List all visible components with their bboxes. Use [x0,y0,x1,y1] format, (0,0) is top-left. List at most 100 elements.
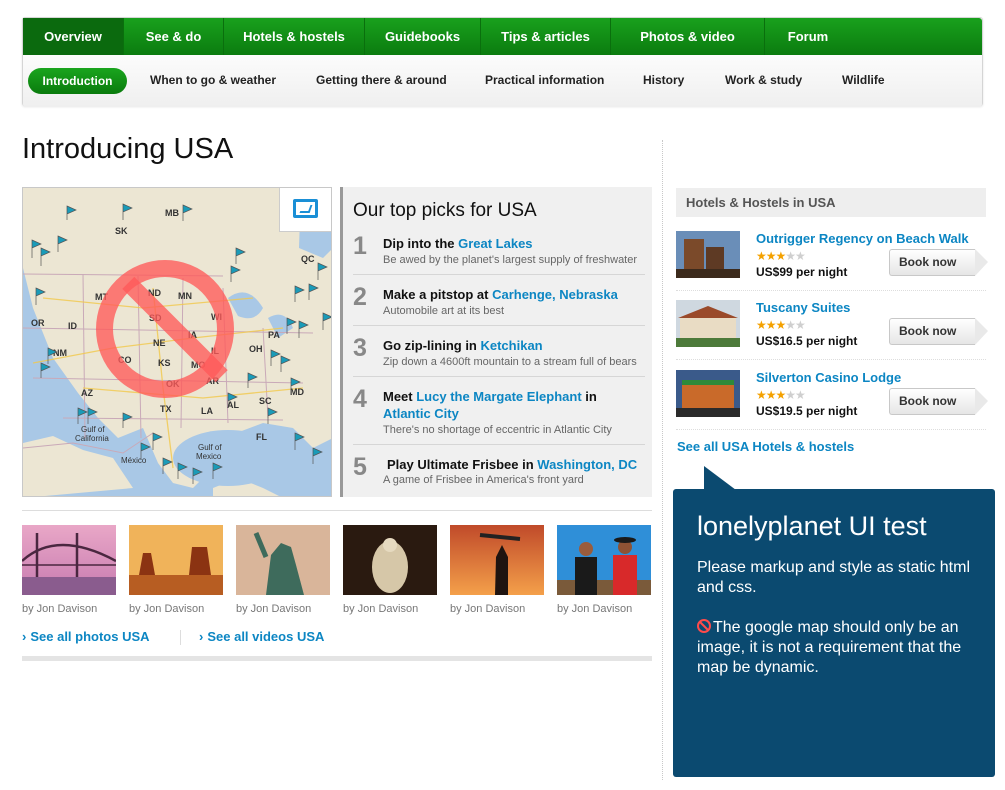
see-all-hotels-link[interactable]: See all USA Hotels & hostels [677,439,854,454]
svg-text:SC: SC [259,396,272,406]
chevron-right-icon: › [199,629,204,644]
photo-surfer-sunset[interactable] [450,525,544,595]
pick-item: 4 Meet Lucy the Margate Elephant in Atlan… [353,385,645,445]
pick-number: 1 [353,232,367,260]
see-all-photos-link[interactable]: › See all photos USA [22,629,150,644]
svg-text:PA: PA [268,330,280,340]
photo-lincoln-memorial[interactable] [343,525,437,595]
photo-image [343,525,437,595]
tab-photos-and-video[interactable]: Photos & video [611,18,765,55]
pick-link-lucy-elephant[interactable]: Lucy the Margate Elephant [416,389,581,404]
photo-image [22,525,116,595]
pick-headline: Dip into the Great Lakes [383,235,645,252]
svg-text:ID: ID [68,321,78,331]
subtab-history[interactable]: History [643,69,684,91]
hotel-price: US$19.5 per night [756,404,858,418]
svg-text:Gulf of: Gulf of [198,443,222,452]
secondary-nav: Introduction When to go & weather Gettin… [23,55,982,107]
primary-nav: Overview See & do Hotels & hostels Guide… [23,18,982,55]
subtab-wildlife[interactable]: Wildlife [842,69,885,91]
svg-text:OH: OH [249,344,263,354]
pick-item: 3 Go zip-lining in Ketchikan Zip down a … [353,334,645,377]
pick-link-great-lakes[interactable]: Great Lakes [458,236,532,251]
pick-lead: Dip into the [383,236,459,251]
subtab-when-to-go[interactable]: When to go & weather [150,69,276,91]
subtab-work-and-study[interactable]: Work & study [725,69,802,91]
hotel-item: Outrigger Regency on Beach Walk ★★★★★ US… [676,231,988,291]
hotel-item: Tuscany Suites ★★★★★ US$16.5 per night B… [676,300,988,360]
note-paragraph-text: The google map should only be an image, … [697,619,962,676]
hotel-image [676,370,740,417]
pick-link-washington-dc[interactable]: Washington, DC [537,457,637,472]
pick-number: 2 [353,283,367,311]
svg-text:LA: LA [201,406,213,416]
see-all-videos-link[interactable]: › See all videos USA [199,629,324,644]
photo-native-americans[interactable] [557,525,651,595]
instructions-note: lonelyplanet UI test Please markup and s… [673,489,995,777]
photo-statue-of-liberty[interactable] [236,525,330,595]
photo-credit: by Jon Davison [557,603,633,615]
pick-number: 4 [353,385,367,413]
photo-golden-gate[interactable] [22,525,116,595]
hotels-heading: Hotels & Hostels in USA [676,188,986,217]
hotel-item: Silverton Casino Lodge ★★★★★ US$19.5 per… [676,370,988,430]
expand-map-icon [293,199,318,218]
pick-headline: Go zip-lining in Ketchikan [383,337,645,354]
photo-credit: by Jon Davison [343,603,419,615]
top-picks-panel: Our top picks for USA 1 Dip into the Gre… [340,187,652,497]
svg-text:MD: MD [290,387,304,397]
section-divider [22,510,652,511]
pick-link-carhenge[interactable]: Carhenge, Nebraska [492,287,618,302]
hotel-photo[interactable] [676,231,740,278]
book-now-button[interactable]: Book now [889,388,988,415]
pick-description: There's no shortage of eccentric in Atla… [383,424,612,436]
hotel-name[interactable]: Tuscany Suites [756,300,850,315]
svg-text:FL: FL [256,432,267,442]
hotel-name[interactable]: Silverton Casino Lodge [756,370,901,385]
book-now-button[interactable]: Book now [889,318,988,345]
star-rating: ★★★★★ [756,388,806,402]
usa-map[interactable]: SKMBQC MTNDMN WIORID SDIAIL OHCOKS MONEO… [22,187,332,497]
chevron-right-icon: › [22,629,27,644]
expand-map-button[interactable] [279,188,331,232]
svg-text:AZ: AZ [81,388,93,398]
pick-description: Zip down a 4600ft mountain to a stream f… [383,356,637,368]
pick-link-ketchikan[interactable]: Ketchikan [480,338,542,353]
hotel-photo[interactable] [676,300,740,347]
hotel-photo[interactable] [676,370,740,417]
svg-text:California: California [75,434,109,443]
tab-guidebooks[interactable]: Guidebooks [365,18,481,55]
svg-text:MB: MB [165,208,179,218]
hotel-image [676,231,740,278]
svg-text:Gulf of: Gulf of [81,425,105,434]
page-title: Introducing USA [22,133,234,165]
pick-tail: in [581,389,597,404]
photo-image [129,525,223,595]
pick-headline: Meet Lucy the Margate Elephant in Atlanti… [383,388,645,422]
photo-image [236,525,330,595]
tab-tips-and-articles[interactable]: Tips & articles [481,18,611,55]
tab-forum[interactable]: Forum [765,18,851,55]
pick-link-atlantic-city[interactable]: Atlantic City [383,406,459,421]
note-title: lonelyplanet UI test [697,511,927,541]
subtab-getting-there[interactable]: Getting there & around [316,69,447,91]
pick-item: 1 Dip into the Great Lakes Be awed by th… [353,232,645,275]
svg-text:Mexico: Mexico [196,452,222,461]
no-entry-icon [697,619,711,633]
svg-text:QC: QC [301,254,315,264]
pick-lead: Meet [383,389,417,404]
pick-item: 5 Play Ultimate Frisbee in Washington, D… [353,453,645,493]
subtab-introduction[interactable]: Introduction [28,68,127,94]
hotel-name[interactable]: Outrigger Regency on Beach Walk [756,231,969,246]
hotel-image [676,300,740,347]
pick-headline: Make a pitstop at Carhenge, Nebraska [383,286,645,303]
tab-see-and-do[interactable]: See & do [124,18,224,55]
tab-hotels-and-hostels[interactable]: Hotels & hostels [224,18,365,55]
star-rating: ★★★★★ [756,249,806,263]
book-now-button[interactable]: Book now [889,249,988,276]
tab-overview[interactable]: Overview [23,18,124,55]
subtab-practical-info[interactable]: Practical information [485,69,604,91]
pick-lead: Go zip-lining in [383,338,481,353]
pick-number: 3 [353,334,367,362]
photo-monument-valley[interactable] [129,525,223,595]
